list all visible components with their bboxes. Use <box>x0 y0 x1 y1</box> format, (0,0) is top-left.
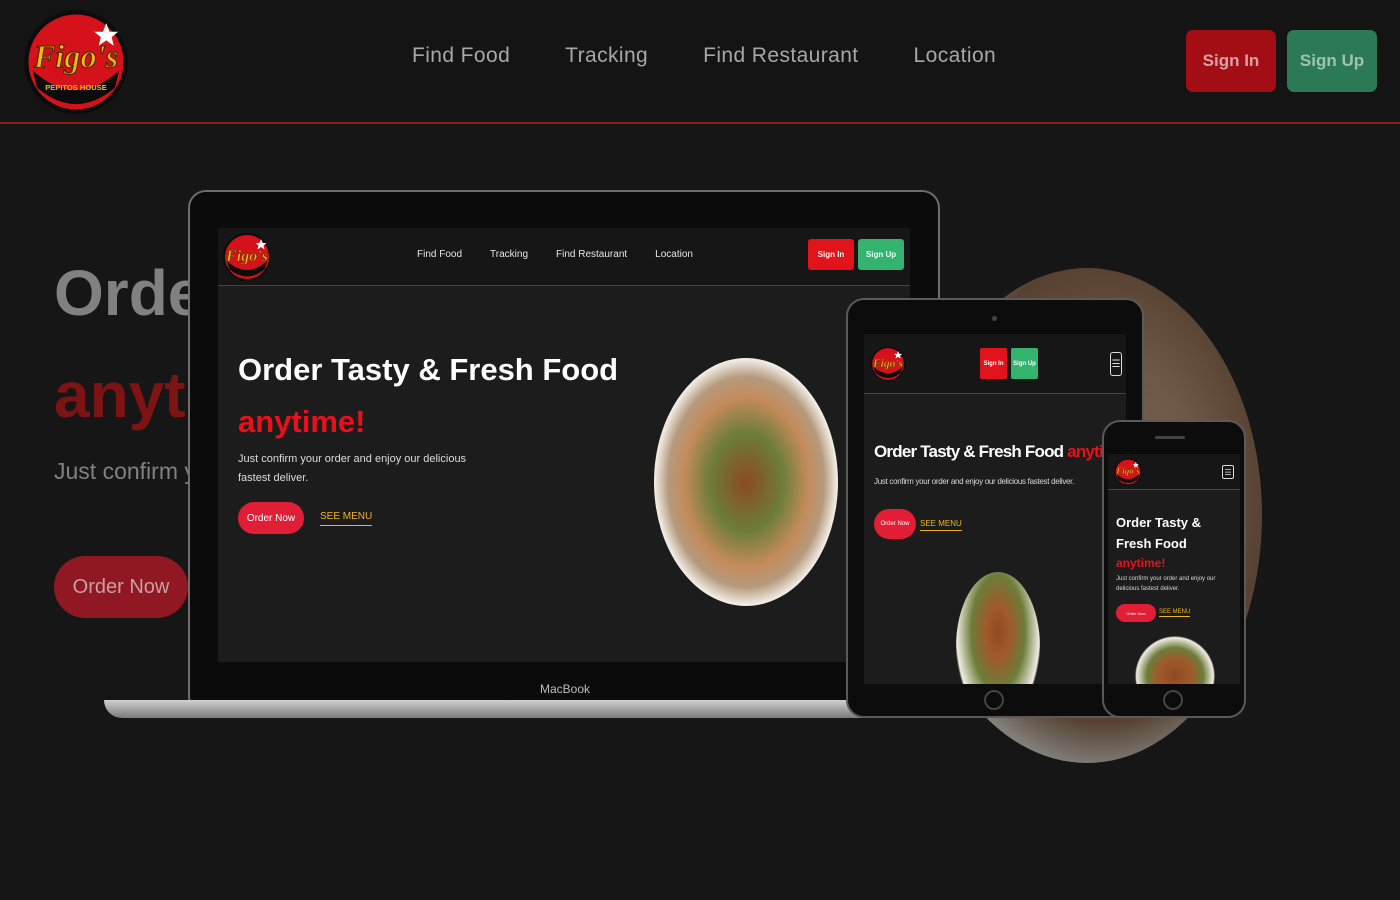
phone-home-button <box>1163 690 1183 710</box>
laptop-screen: Figo's Find Food Tracking Find Restauran… <box>218 228 910 662</box>
tablet-home-button <box>984 690 1004 710</box>
laptop-nav-tracking[interactable]: Tracking <box>490 249 528 260</box>
laptop-figos-logo[interactable]: Figo's <box>222 232 272 282</box>
tablet-food-plate-image <box>956 572 1040 684</box>
laptop-nav-find-food[interactable]: Find Food <box>417 249 462 260</box>
tablet-figos-logo[interactable]: Figo's <box>870 338 906 390</box>
laptop-sign-up-button[interactable]: Sign Up <box>858 239 904 270</box>
hamburger-menu-icon[interactable]: ☰ <box>1222 465 1234 479</box>
laptop-hero-description: Just confirm your order and enjoy our de… <box>238 453 467 484</box>
phone-hero-description: Just confirm your order and enjoy our de… <box>1116 576 1216 592</box>
main-nav: Find Food Tracking Find Restaurant Locat… <box>412 44 996 68</box>
laptop-hero-title: Order Tasty & Fresh Food <box>238 352 619 387</box>
phone-food-plate-image <box>1135 636 1215 684</box>
laptop-nav-find-restaurant[interactable]: Find Restaurant <box>556 249 627 260</box>
phone-figos-logo[interactable]: Figo's <box>1114 458 1142 486</box>
svg-text:Figo's: Figo's <box>1115 466 1140 476</box>
phone-speaker <box>1155 436 1185 439</box>
laptop-hero-anytime: anytime! <box>238 404 366 439</box>
laptop-sign-in-button[interactable]: Sign In <box>808 239 854 270</box>
phone-order-now-button[interactable]: Order Now <box>1116 604 1156 622</box>
phone-hero-title: Order Tasty & Fresh Food <box>1116 515 1202 551</box>
phone-see-menu-link[interactable]: SEE MENU <box>1159 609 1191 617</box>
tablet-sign-in-button[interactable]: Sign In <box>980 348 1007 379</box>
laptop-nav: Find Food Tracking Find Restaurant Locat… <box>417 249 693 260</box>
phone-site-header: Figo's ☰ <box>1108 454 1240 490</box>
laptop-food-plate-image <box>654 358 838 606</box>
tablet-order-now-button[interactable]: Order Now <box>874 509 916 539</box>
nav-location[interactable]: Location <box>914 44 997 68</box>
svg-text:Figo's: Figo's <box>872 358 904 370</box>
tablet-sign-up-button[interactable]: Sign Up <box>1011 348 1038 379</box>
tablet-screen: Figo's Sign In Sign Up ☰ Order Tasty & F… <box>864 334 1126 684</box>
sign-up-button[interactable]: Sign Up <box>1287 30 1377 92</box>
nav-tracking[interactable]: Tracking <box>565 44 648 68</box>
tablet-see-menu-link[interactable]: SEE MENU <box>920 519 962 531</box>
logo-wordmark: Figo's <box>33 39 119 75</box>
nav-find-restaurant[interactable]: Find Restaurant <box>703 44 858 68</box>
figos-logo[interactable]: Figo's PEPITOS HOUSE <box>22 6 130 118</box>
hero-anytime: anyti <box>54 359 204 431</box>
tablet-hero-description: Just confirm your order and enjoy our de… <box>874 477 1075 486</box>
tablet-hero-title: Order Tasty & Fresh Food anytime! <box>874 442 1126 462</box>
phone-screen: Figo's ☰ Order Tasty & Fresh Food anytim… <box>1108 454 1240 684</box>
hero-order-now-button[interactable]: Order Now <box>54 556 188 618</box>
laptop-brand-label: MacBook <box>540 682 591 696</box>
laptop-nav-location[interactable]: Location <box>655 249 693 260</box>
svg-text:Figo's: Figo's <box>225 248 268 265</box>
sign-in-button[interactable]: Sign In <box>1186 30 1276 92</box>
site-header: Figo's PEPITOS HOUSE Find Food Tracking … <box>0 0 1400 124</box>
nav-find-food[interactable]: Find Food <box>412 44 510 68</box>
hamburger-menu-icon[interactable]: ☰ <box>1110 352 1122 376</box>
phone-hero-anytime: anytime! <box>1116 556 1166 570</box>
tablet-site-header: Figo's Sign In Sign Up ☰ <box>864 334 1126 394</box>
laptop-order-now-button[interactable]: Order Now <box>238 502 304 534</box>
laptop-site-header: Figo's Find Food Tracking Find Restauran… <box>218 228 910 286</box>
tablet-camera <box>992 316 997 321</box>
logo-tagline: PEPITOS HOUSE <box>45 83 107 92</box>
laptop-see-menu-link[interactable]: SEE MENU <box>320 511 373 526</box>
